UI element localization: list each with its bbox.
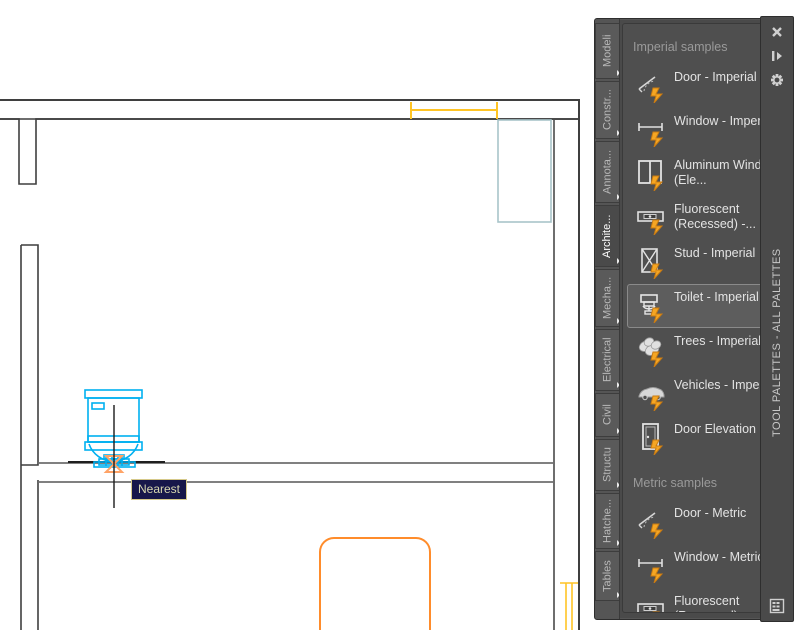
palette-tab-strip[interactable]: Modeli Constr... Annota... Archite... Mecha.… [595, 19, 620, 619]
properties-icon[interactable] [768, 71, 786, 89]
palette-dock-strip[interactable]: TOOL PALETTES - ALL PALETTES [760, 16, 794, 622]
tool-item-label: Window - Metric [674, 550, 764, 564]
palette-list-glyph [769, 598, 785, 614]
wall-stub-upper-left [0, 118, 580, 185]
palette-tab-civil[interactable]: Civil [595, 393, 619, 437]
palette-tab-structu[interactable]: Structu [595, 439, 619, 491]
palette-tab-label: Structu [601, 447, 614, 483]
auto-hide-glyph [772, 51, 782, 61]
palette-tab-label: Civil [601, 404, 614, 426]
properties-glyph [771, 74, 783, 86]
window-plan-icon [636, 113, 670, 147]
selection-rectangle [497, 119, 552, 223]
tab-marker-icon [617, 540, 619, 546]
palette-tab-label: Tables [601, 560, 614, 592]
palette-tab-archite[interactable]: Archite... [595, 205, 619, 267]
tab-marker-icon [617, 130, 619, 136]
palette-tab-mecha[interactable]: Mecha... [595, 269, 619, 327]
stud-icon [636, 245, 670, 279]
tool-item-label: Stud - Imperial [674, 246, 756, 260]
tab-marker-icon [617, 592, 619, 598]
palette-tab-label: Electrical [601, 337, 614, 383]
preview-rounded-rectangle [319, 537, 431, 630]
close-icon[interactable] [768, 23, 786, 41]
close-glyph [772, 27, 782, 37]
dock-title: TOOL PALETTES - ALL PALETTES [771, 248, 783, 438]
auto-hide-icon[interactable] [768, 47, 786, 65]
tool-item-label: Trees - Imperial [674, 334, 762, 348]
tab-marker-icon [617, 382, 619, 388]
palette-tab-tables[interactable]: Tables [595, 551, 619, 601]
palette-tab-hatche[interactable]: Hatche... [595, 493, 619, 549]
palette-tab-label: Annota... [601, 149, 614, 195]
tool-item-label: Toilet - Imperial [674, 290, 759, 304]
fluorescent-fixture-icon [636, 201, 670, 235]
door-plan-icon [636, 69, 670, 103]
palette-tab-label: Mecha... [601, 276, 614, 320]
palette-list-icon[interactable] [768, 597, 786, 615]
door-elevation-icon [636, 421, 670, 455]
tool-item-label: Door - Imperial [674, 70, 757, 84]
palette-tab-label: Constr... [601, 89, 614, 131]
vehicle-icon [636, 377, 670, 411]
palette-tab-label: Archite... [601, 214, 613, 258]
tab-marker-icon [617, 318, 619, 324]
fluorescent-fixture-icon [636, 593, 670, 612]
wall-middle-left [20, 244, 39, 630]
trees-icon [636, 333, 670, 367]
highlight-dimension-top [410, 102, 498, 119]
palette-tab-electrical[interactable]: Electrical [595, 329, 619, 391]
highlight-segment-lower-right [560, 582, 578, 630]
aluminum-window-icon [636, 157, 670, 191]
window-plan-icon [636, 549, 670, 583]
osnap-tooltip: Nearest [131, 479, 188, 500]
tab-marker-icon [617, 482, 619, 488]
palette-tab-annota[interactable]: Annota... [595, 141, 619, 203]
tab-marker-icon [617, 194, 619, 200]
tab-marker-icon [617, 258, 619, 264]
door-plan-icon [636, 505, 670, 539]
palette-tab-label: Modeli [601, 34, 614, 68]
tab-marker-icon [617, 70, 619, 76]
palette-tab-constr[interactable]: Constr... [595, 81, 619, 139]
toilet-icon [636, 289, 670, 323]
palette-tab-modeli[interactable]: Modeli [595, 23, 619, 79]
palette-tab-label: Hatche... [601, 498, 614, 544]
tool-item-label: Door - Metric [674, 506, 747, 520]
tab-marker-icon [617, 428, 619, 434]
wall-right-outer [553, 100, 580, 630]
